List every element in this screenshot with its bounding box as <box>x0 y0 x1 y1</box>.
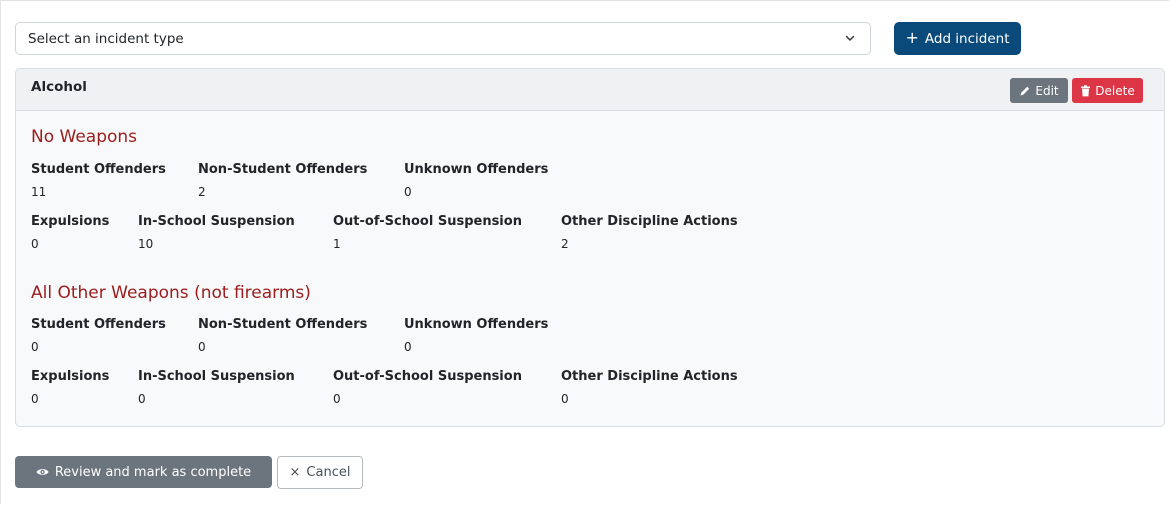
edit-label: Edit <box>1035 83 1059 98</box>
stat-expulsions: Expulsions 0 <box>31 369 110 406</box>
incident-card: Alcohol Edit Delete No Weapons Student O… <box>15 68 1165 427</box>
stat-unknown-offenders: Unknown Offenders 0 <box>404 317 549 354</box>
stat-in-school-suspension: In-School Suspension 10 <box>138 214 295 251</box>
stat-nonstudent-offenders: Non-Student Offenders 0 <box>198 317 368 354</box>
chevron-down-icon <box>845 35 855 41</box>
review-label: Review and mark as complete <box>54 464 252 480</box>
section-stats: Student Offenders 0 Non-Student Offender… <box>31 317 1131 421</box>
section-stats: Student Offenders 11 Non-Student Offende… <box>31 162 1131 266</box>
close-icon: × <box>289 465 301 480</box>
offenders-row: Student Offenders 0 Non-Student Offender… <box>31 317 1131 369</box>
incident-card-title: Alcohol <box>31 79 87 95</box>
stat-in-school-suspension: In-School Suspension 0 <box>138 369 295 406</box>
stat-nonstudent-offenders: Non-Student Offenders 2 <box>198 162 368 199</box>
stat-unknown-offenders: Unknown Offenders 0 <box>404 162 549 199</box>
section-title: No Weapons <box>31 127 138 147</box>
stat-expulsions: Expulsions 0 <box>31 214 110 251</box>
plus-icon: + <box>905 27 919 47</box>
incident-type-select-value: Select an incident type <box>28 30 184 47</box>
stat-out-of-school-suspension: Out-of-School Suspension 0 <box>333 369 522 406</box>
offenders-row: Student Offenders 11 Non-Student Offende… <box>31 162 1131 214</box>
actions-row: Expulsions 0 In-School Suspension 0 Out-… <box>31 369 1131 421</box>
add-incident-button[interactable]: + Add incident <box>894 22 1021 55</box>
delete-button[interactable]: Delete <box>1072 78 1143 103</box>
cancel-label: Cancel <box>306 465 351 480</box>
section-title: All Other Weapons (not firearms) <box>31 283 311 303</box>
stat-student-offenders: Student Offenders 11 <box>31 162 166 199</box>
delete-label: Delete <box>1095 83 1135 98</box>
pencil-icon <box>1020 86 1030 95</box>
add-incident-label: Add incident <box>924 30 1010 47</box>
stat-out-of-school-suspension: Out-of-School Suspension 1 <box>333 214 522 251</box>
eye-icon <box>36 469 49 475</box>
review-and-complete-button[interactable]: Review and mark as complete <box>15 456 272 488</box>
stat-other-discipline-actions: Other Discipline Actions 0 <box>561 369 738 406</box>
actions-row: Expulsions 0 In-School Suspension 10 Out… <box>31 214 1131 266</box>
stat-student-offenders: Student Offenders 0 <box>31 317 166 354</box>
stat-other-discipline-actions: Other Discipline Actions 2 <box>561 214 738 251</box>
cancel-button[interactable]: × Cancel <box>277 456 363 489</box>
edit-button[interactable]: Edit <box>1010 78 1068 103</box>
incident-card-header: Alcohol Edit Delete <box>16 69 1164 111</box>
incident-type-select[interactable]: Select an incident type <box>15 22 871 55</box>
trash-icon <box>1081 84 1091 96</box>
